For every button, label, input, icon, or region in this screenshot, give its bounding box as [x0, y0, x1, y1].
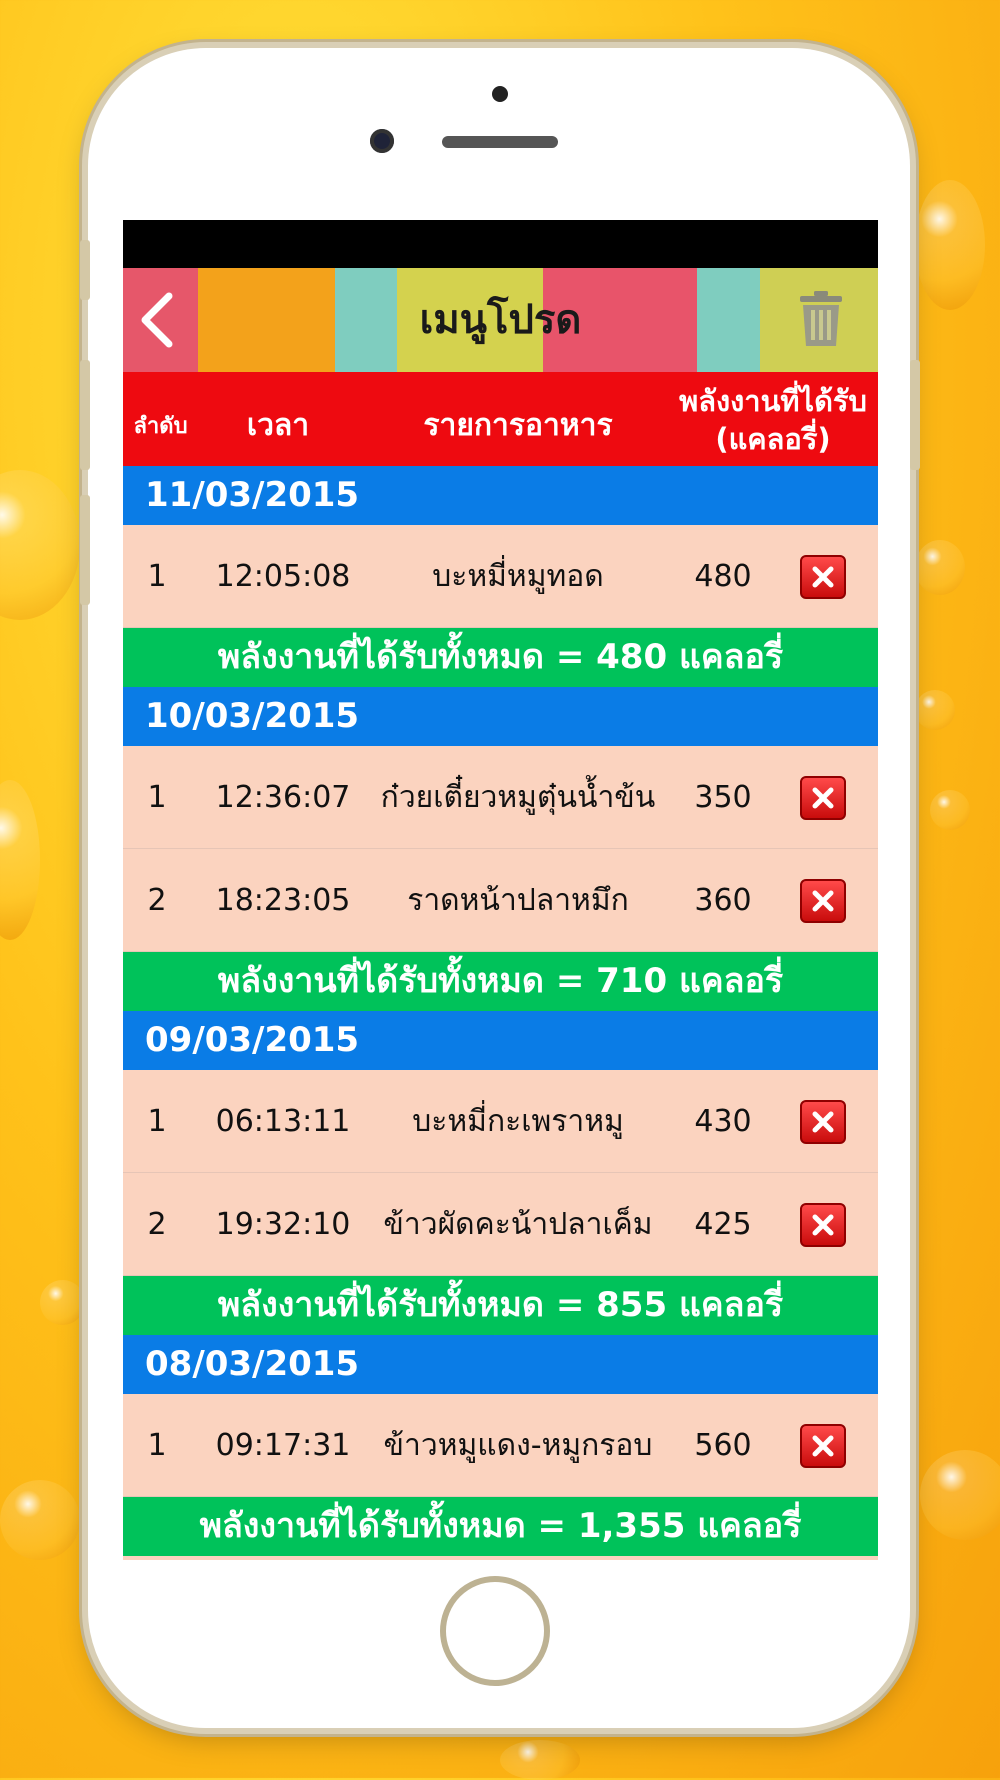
date-header: 11/03/2015: [123, 466, 878, 525]
background-bubble: [930, 790, 970, 830]
home-button[interactable]: [440, 1576, 550, 1686]
day-total: พลังงานที่ได้รับทั้งหมด = 710 แคลอรี่: [123, 952, 878, 1011]
close-icon: [812, 566, 834, 587]
row-time: 12:36:07: [215, 780, 351, 815]
volume-up-button: [80, 360, 90, 470]
table-row[interactable]: 1 12:05:08 บะหมี่หมูทอด 480: [123, 525, 878, 628]
table-header: ลำดับ เวลา รายการอาหาร พลังงานที่ได้รับ …: [123, 372, 878, 466]
row-index: 2: [147, 883, 167, 918]
header-energy: พลังงานที่ได้รับ (แคลอรี่): [679, 384, 867, 456]
background-bubble: [915, 180, 985, 310]
row-kcal: 350: [694, 780, 752, 815]
date-header: 10/03/2015: [123, 687, 878, 746]
earpiece-speaker: [442, 136, 558, 148]
header-time: เวลา: [246, 408, 310, 443]
row-kcal: 560: [694, 1428, 752, 1463]
row-index: 1: [147, 780, 167, 815]
front-sensor: [492, 86, 508, 102]
header-order: ลำดับ: [133, 414, 188, 439]
front-camera: [370, 129, 394, 153]
app-screen: เมนูโปรด ลำดับ เวลา รายการอาหาร พลังงานท…: [123, 220, 878, 1560]
row-index: 1: [147, 1428, 167, 1463]
day-total: พลังงานที่ได้รับทั้งหมด = 480 แคลอรี่: [123, 628, 878, 687]
background-bubble: [0, 780, 40, 940]
close-icon: [812, 787, 834, 808]
row-kcal: 425: [694, 1207, 752, 1242]
background-bubble: [0, 1480, 80, 1560]
table-row[interactable]: 2 18:23:05 ราดหน้าปลาหมึก 360: [123, 849, 878, 952]
background-bubble: [0, 470, 80, 620]
row-index: 1: [147, 1104, 167, 1139]
background-bubble: [920, 1450, 1000, 1540]
table-row[interactable]: 1 09:17:31 ข้าวหมูแดง-หมูกรอบ 560: [123, 1394, 878, 1497]
date-header: 08/03/2015: [123, 1335, 878, 1394]
row-food: ราดหน้าปลาหมึก: [407, 882, 629, 918]
background-bubble: [500, 1740, 580, 1780]
power-button: [910, 360, 920, 470]
clear-all-button[interactable]: [798, 290, 844, 348]
delete-button[interactable]: [800, 1423, 846, 1468]
close-icon: [812, 890, 834, 911]
row-food: ข้าวหมูแดง-หมูกรอบ: [383, 1427, 653, 1463]
close-icon: [812, 1111, 834, 1132]
row-kcal: 480: [694, 559, 752, 594]
delete-button[interactable]: [800, 554, 846, 599]
table-row[interactable]: 1 06:13:11 บะหมี่กะเพราหมู 430: [123, 1070, 878, 1173]
close-icon: [812, 1214, 834, 1235]
day-total: พลังงานที่ได้รับทั้งหมด = 855 แคลอรี่: [123, 1276, 878, 1335]
delete-button[interactable]: [800, 1099, 846, 1144]
delete-button[interactable]: [800, 878, 846, 923]
row-kcal: 430: [694, 1104, 752, 1139]
side-button: [80, 240, 90, 300]
volume-down-button: [80, 495, 90, 605]
row-food: ก๋วยเตี๋ยวหมูตุ๋นน้ำข้น: [380, 779, 656, 815]
row-food: ข้าวผัดคะน้าปลาเค็ม: [383, 1206, 653, 1242]
row-time: 09:17:31: [215, 1428, 351, 1463]
background-bubble: [40, 1280, 85, 1325]
trash-icon: [800, 291, 842, 346]
delete-button[interactable]: [800, 775, 846, 820]
row-index: 1: [147, 559, 167, 594]
row-index: 2: [147, 1207, 167, 1242]
delete-button[interactable]: [800, 1202, 846, 1247]
table-row[interactable]: 1 12:36:07 ก๋วยเตี๋ยวหมูตุ๋นน้ำข้น 350: [123, 746, 878, 849]
row-time: 12:05:08: [215, 559, 351, 594]
row-time: 19:32:10: [215, 1207, 351, 1242]
table-row[interactable]: 2 19:32:10 ข้าวผัดคะน้าปลาเค็ม 425: [123, 1173, 878, 1276]
background-bubble: [915, 690, 955, 730]
nav-bar: เมนูโปรด: [123, 268, 878, 372]
row-food: บะหมี่กะเพราหมู: [412, 1103, 624, 1139]
row-kcal: 360: [694, 883, 752, 918]
row-food: บะหมี่หมูทอด: [432, 558, 604, 594]
header-food: รายการอาหาร: [423, 408, 613, 443]
day-total: พลังงานที่ได้รับทั้งหมด = 1,355 แคลอรี่: [123, 1497, 878, 1556]
date-header: 09/03/2015: [123, 1011, 878, 1070]
page-title: เมนูโปรด: [419, 297, 582, 343]
row-time: 06:13:11: [215, 1104, 351, 1139]
status-bar: [123, 220, 878, 268]
row-time: 18:23:05: [215, 883, 351, 918]
close-icon: [812, 1435, 834, 1456]
background-bubble: [915, 540, 965, 595]
